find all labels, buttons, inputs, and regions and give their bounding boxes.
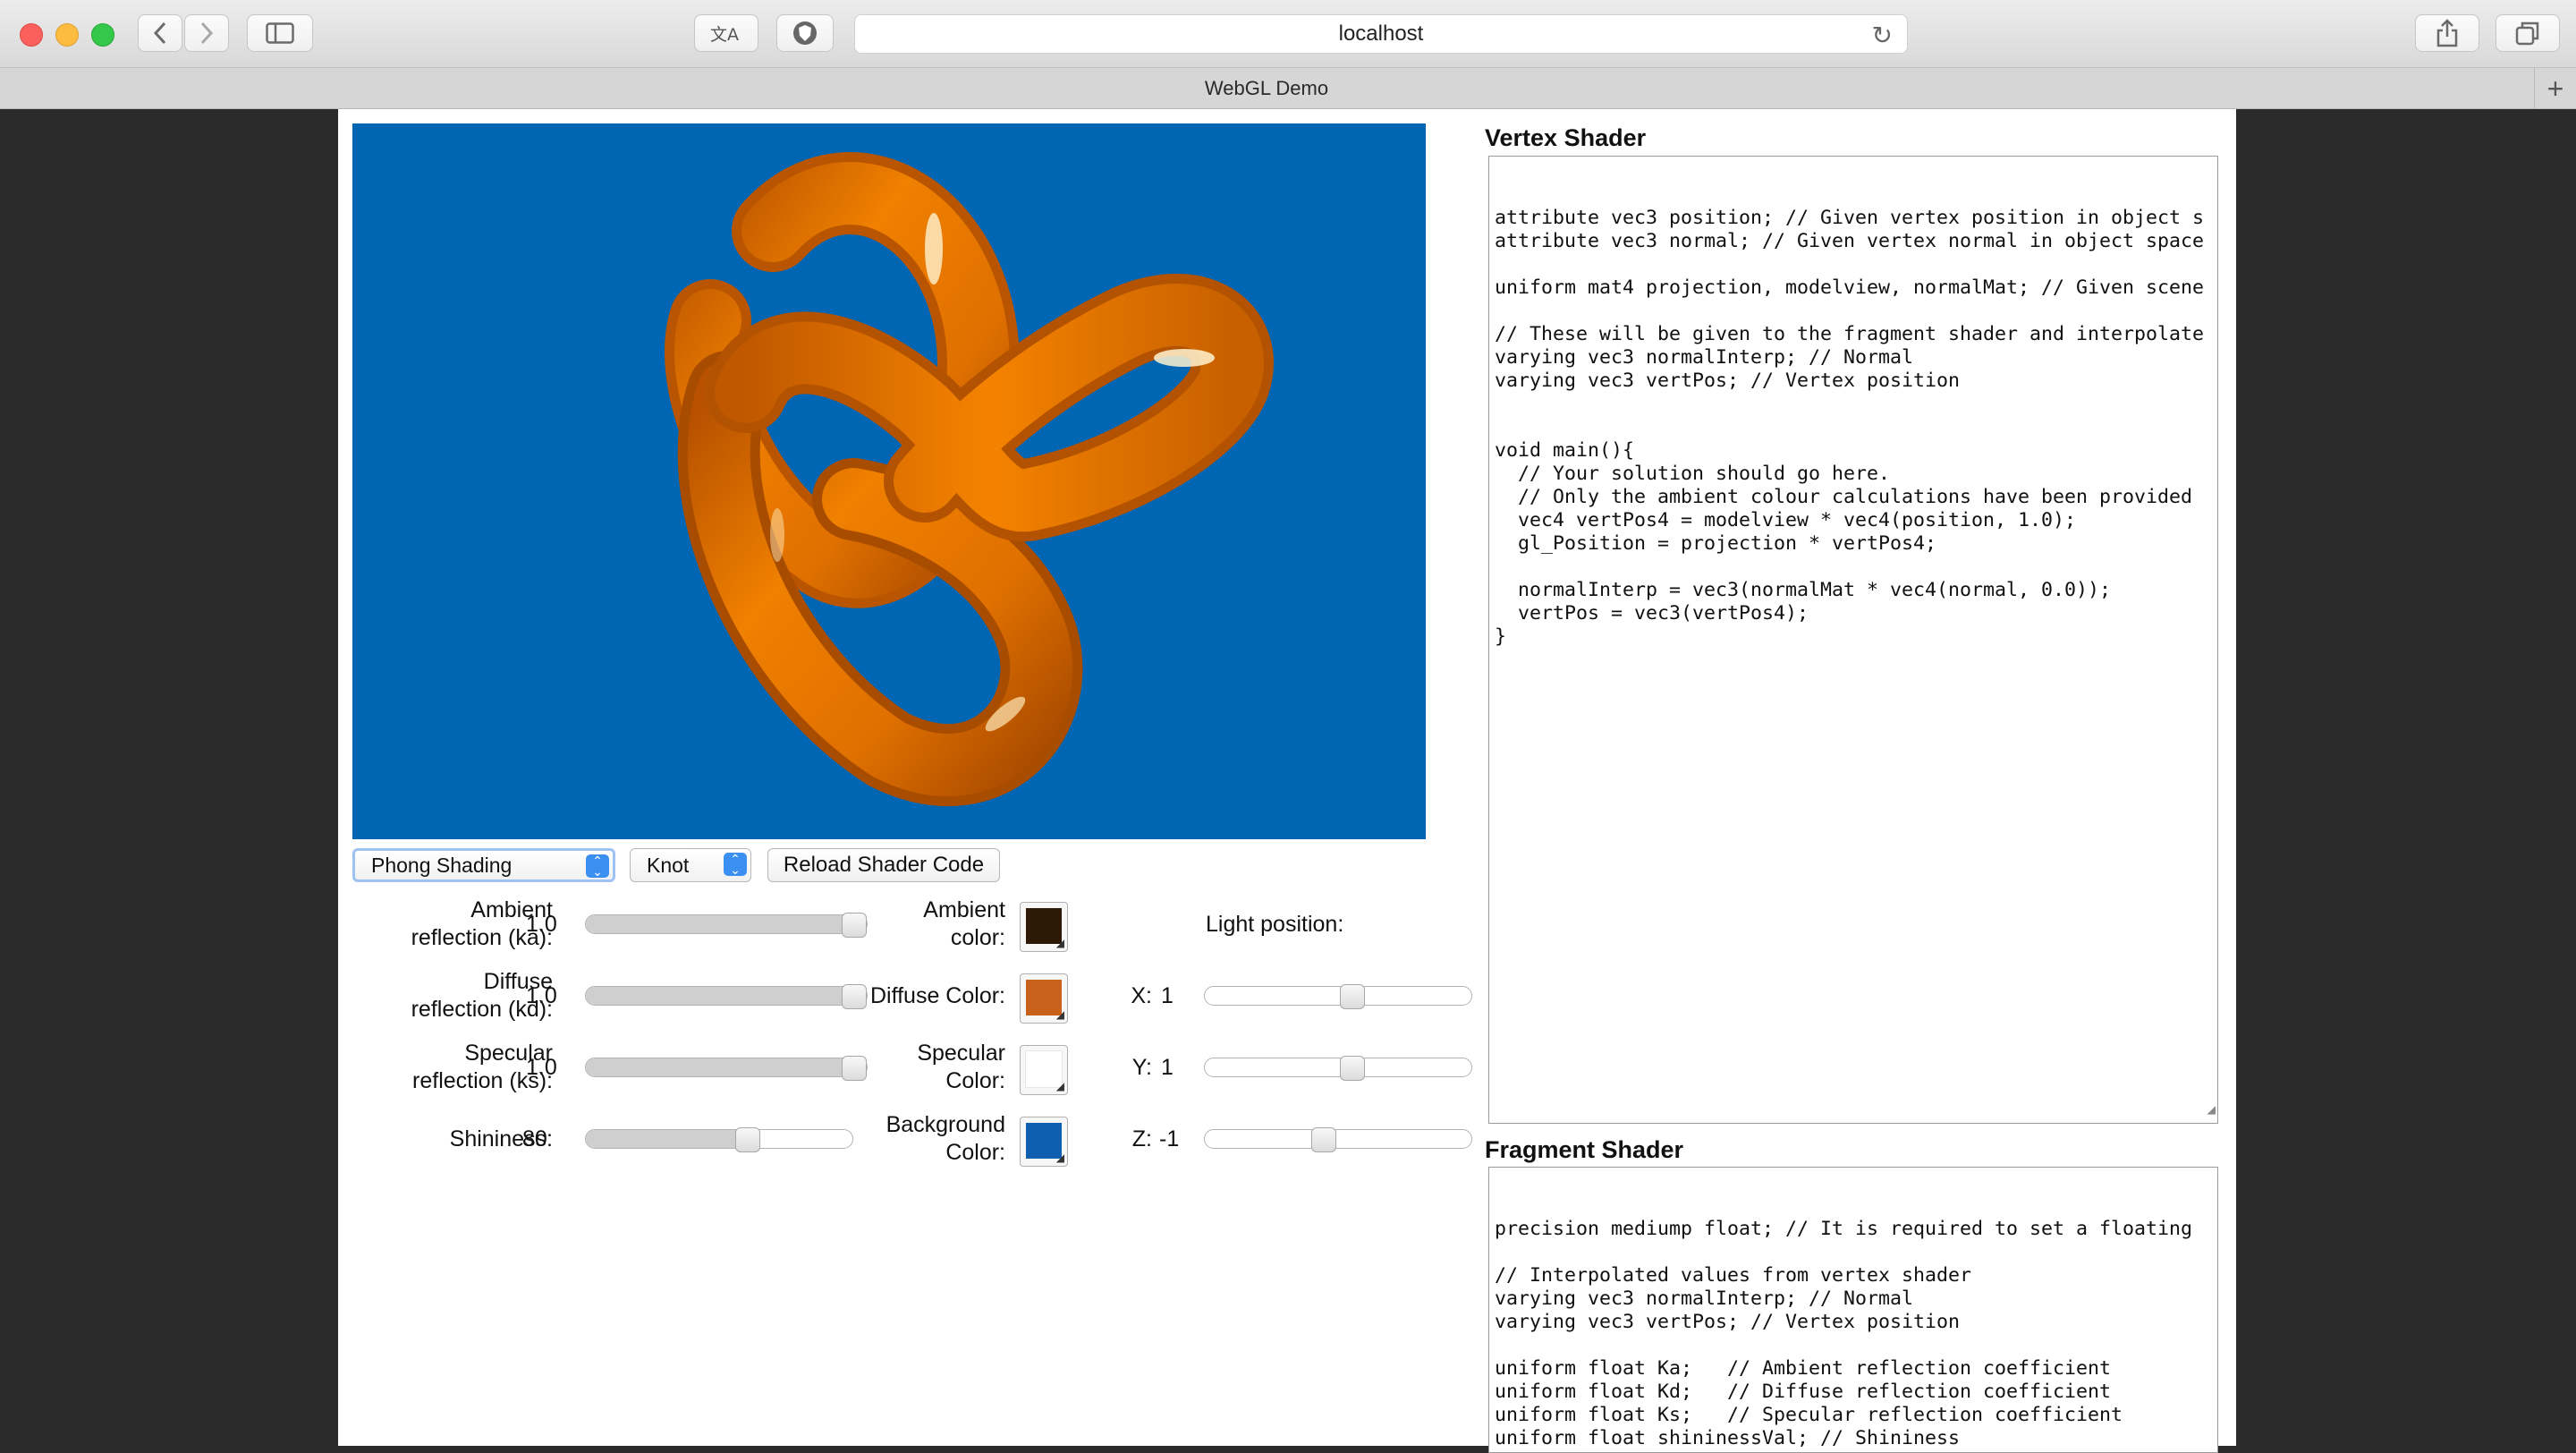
diffuse-color-label: Diffuse Color: (870, 983, 1005, 1008)
minimize-window-button[interactable] (55, 23, 79, 47)
chevron-right-icon (200, 21, 214, 45)
fragment-shader-heading: Fragment Shader (1485, 1136, 1684, 1163)
light-z-value: -1 (1159, 1126, 1180, 1151)
specular-reflection-value: 1.0 (526, 1055, 557, 1080)
vertex-shader-editor[interactable]: attribute vec3 position; // Given vertex… (1488, 156, 2218, 1124)
light-z-slider[interactable] (1204, 1127, 1472, 1152)
translate-extension-button[interactable]: 文A (694, 14, 758, 52)
light-y-value: 1 (1161, 1055, 1174, 1080)
reload-shader-button[interactable]: Reload Shader Code (767, 848, 1000, 882)
model-select[interactable]: Knot ⌃ ⌄ (630, 848, 751, 882)
knot-render (665, 152, 1274, 807)
webgl-canvas[interactable] (352, 123, 1426, 839)
tab-title: WebGL Demo (1204, 77, 1329, 99)
shading-select[interactable]: Phong Shading ⌃ ⌄ (352, 848, 615, 882)
tabs-icon (2515, 21, 2539, 46)
light-y-slider[interactable] (1204, 1056, 1472, 1081)
zoom-window-button[interactable] (91, 23, 114, 47)
light-position-title: Light position: (1206, 912, 1344, 937)
ambient-reflection-value: 1.0 (526, 912, 557, 937)
tab-active[interactable]: WebGL Demo (0, 68, 2533, 109)
tab-bar: WebGL Demo + (0, 68, 2576, 109)
privacy-extension-button[interactable] (776, 14, 834, 52)
back-button[interactable] (138, 14, 182, 52)
ambient-reflection-slider[interactable] (585, 913, 868, 938)
background-color-picker[interactable]: ◢ (1020, 1117, 1068, 1167)
diffuse-reflection-slider[interactable] (585, 984, 868, 1009)
specular-color-picker[interactable]: ◢ (1020, 1045, 1068, 1095)
page-content: Phong Shading ⌃ ⌄ Knot ⌃ ⌄ Reload Shader C… (338, 109, 2236, 1453)
forward-button[interactable] (184, 14, 229, 52)
reload-icon[interactable]: ↻ (1872, 21, 1893, 50)
specular-reflection-slider[interactable] (585, 1056, 868, 1081)
fragment-shader-code: precision mediump float; // It is requir… (1495, 1218, 2193, 1449)
light-x-slider[interactable] (1204, 984, 1472, 1009)
browser-toolbar: 文A localhost ↻ (0, 0, 2576, 68)
specular-color-label: Specular Color: (917, 1041, 1005, 1093)
url-text: localhost (1338, 21, 1424, 46)
resize-grip-icon[interactable]: ◢ (2207, 1098, 2216, 1121)
model-select-value: Knot (647, 853, 690, 877)
shield-icon (793, 21, 817, 45)
ambient-color-label: Ambient color: (923, 897, 1005, 950)
close-window-button[interactable] (20, 23, 43, 47)
chevron-left-icon (153, 21, 166, 45)
vertex-shader-heading: Vertex Shader (1485, 124, 1647, 151)
diffuse-reflection-value: 1.0 (526, 983, 557, 1008)
vertex-shader-code: attribute vec3 position; // Given vertex… (1495, 207, 2205, 648)
light-x-value: 1 (1161, 983, 1174, 1008)
plus-icon: + (2546, 72, 2564, 105)
light-x-label: X: (1131, 983, 1152, 1008)
svg-text:文A: 文A (710, 25, 739, 45)
translate-icon: 文A (710, 25, 739, 45)
fragment-shader-editor[interactable]: precision mediump float; // It is requir… (1488, 1167, 2218, 1453)
share-icon (2436, 19, 2458, 47)
shininess-value: 80 (522, 1126, 547, 1151)
select-arrows-icon: ⌃ ⌄ (724, 853, 747, 876)
sidebar-icon (266, 22, 294, 44)
share-button[interactable] (2415, 14, 2479, 52)
specular-highlight (925, 213, 943, 285)
new-tab-button[interactable]: + (2534, 68, 2576, 109)
sidebar-button[interactable] (247, 14, 313, 52)
shading-select-value: Phong Shading (371, 853, 513, 877)
diffuse-color-picker[interactable]: ◢ (1020, 973, 1068, 1024)
reload-shader-button-label: Reload Shader Code (783, 853, 985, 877)
address-bar[interactable]: localhost ↻ (854, 14, 1908, 54)
select-arrows-icon: ⌃ ⌄ (586, 854, 609, 878)
light-y-label: Y: (1131, 1055, 1152, 1080)
background-color-label: Background Color: (886, 1112, 1005, 1165)
light-z-label: Z: (1131, 1126, 1152, 1151)
ambient-color-picker[interactable]: ◢ (1020, 902, 1068, 952)
shininess-slider[interactable] (585, 1127, 853, 1152)
tabs-overview-button[interactable] (2496, 14, 2560, 52)
